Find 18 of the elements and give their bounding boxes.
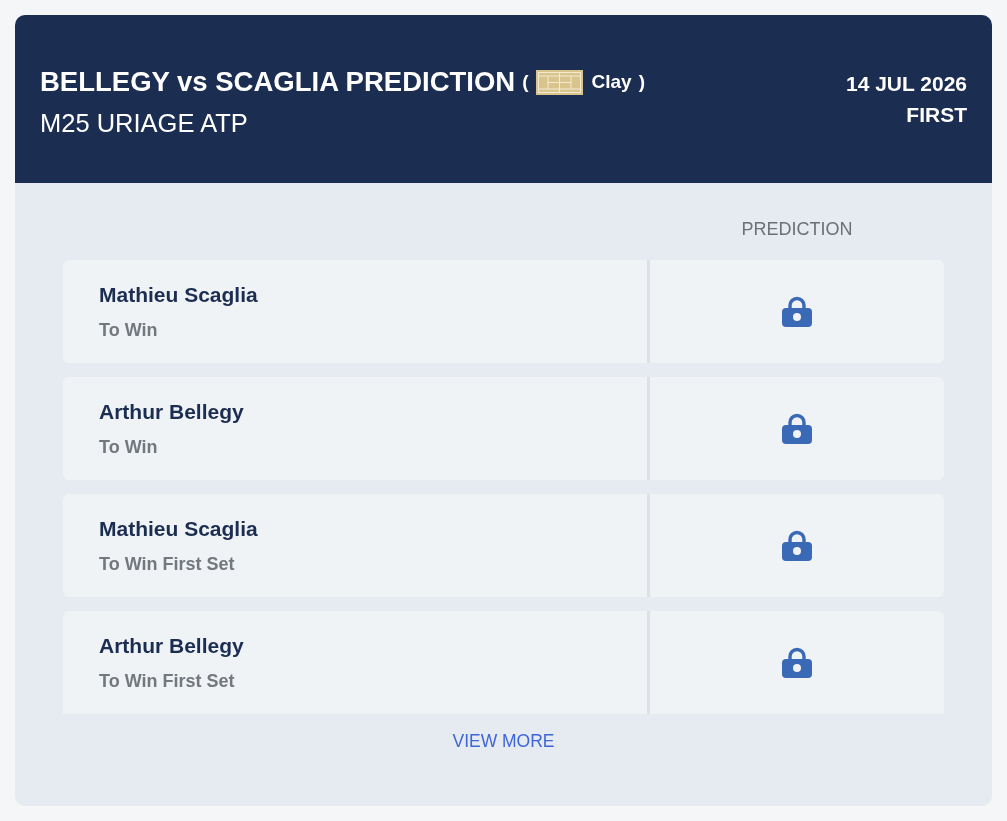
player-name: Arthur Bellegy (99, 399, 245, 425)
player-name: Mathieu Scaglia (99, 516, 259, 542)
market-label: To Win (99, 436, 159, 458)
match-date: 14 JUL 2026 (845, 71, 967, 97)
paren-text: ( (522, 70, 529, 94)
match-round: FIRST (906, 102, 967, 128)
player-name: Mathieu Scaglia (99, 282, 259, 308)
view-more-link[interactable]: VIEW MORE (452, 729, 555, 753)
tournament-name: M25 URIAGE ATP (40, 108, 249, 139)
market-label: To Win First Set (99, 670, 236, 692)
paren-text: ) (638, 70, 645, 94)
tennis-court-icon (535, 69, 583, 95)
market-label: To Win First Set (99, 553, 236, 575)
player-name: Arthur Bellegy (99, 633, 245, 659)
surface-label: Clay (591, 70, 632, 94)
column-header: PREDICTION (741, 218, 853, 241)
match-title: BELLEGY vs SCAGLIA PREDICTION (40, 65, 516, 99)
market-label: To Win (99, 319, 159, 341)
